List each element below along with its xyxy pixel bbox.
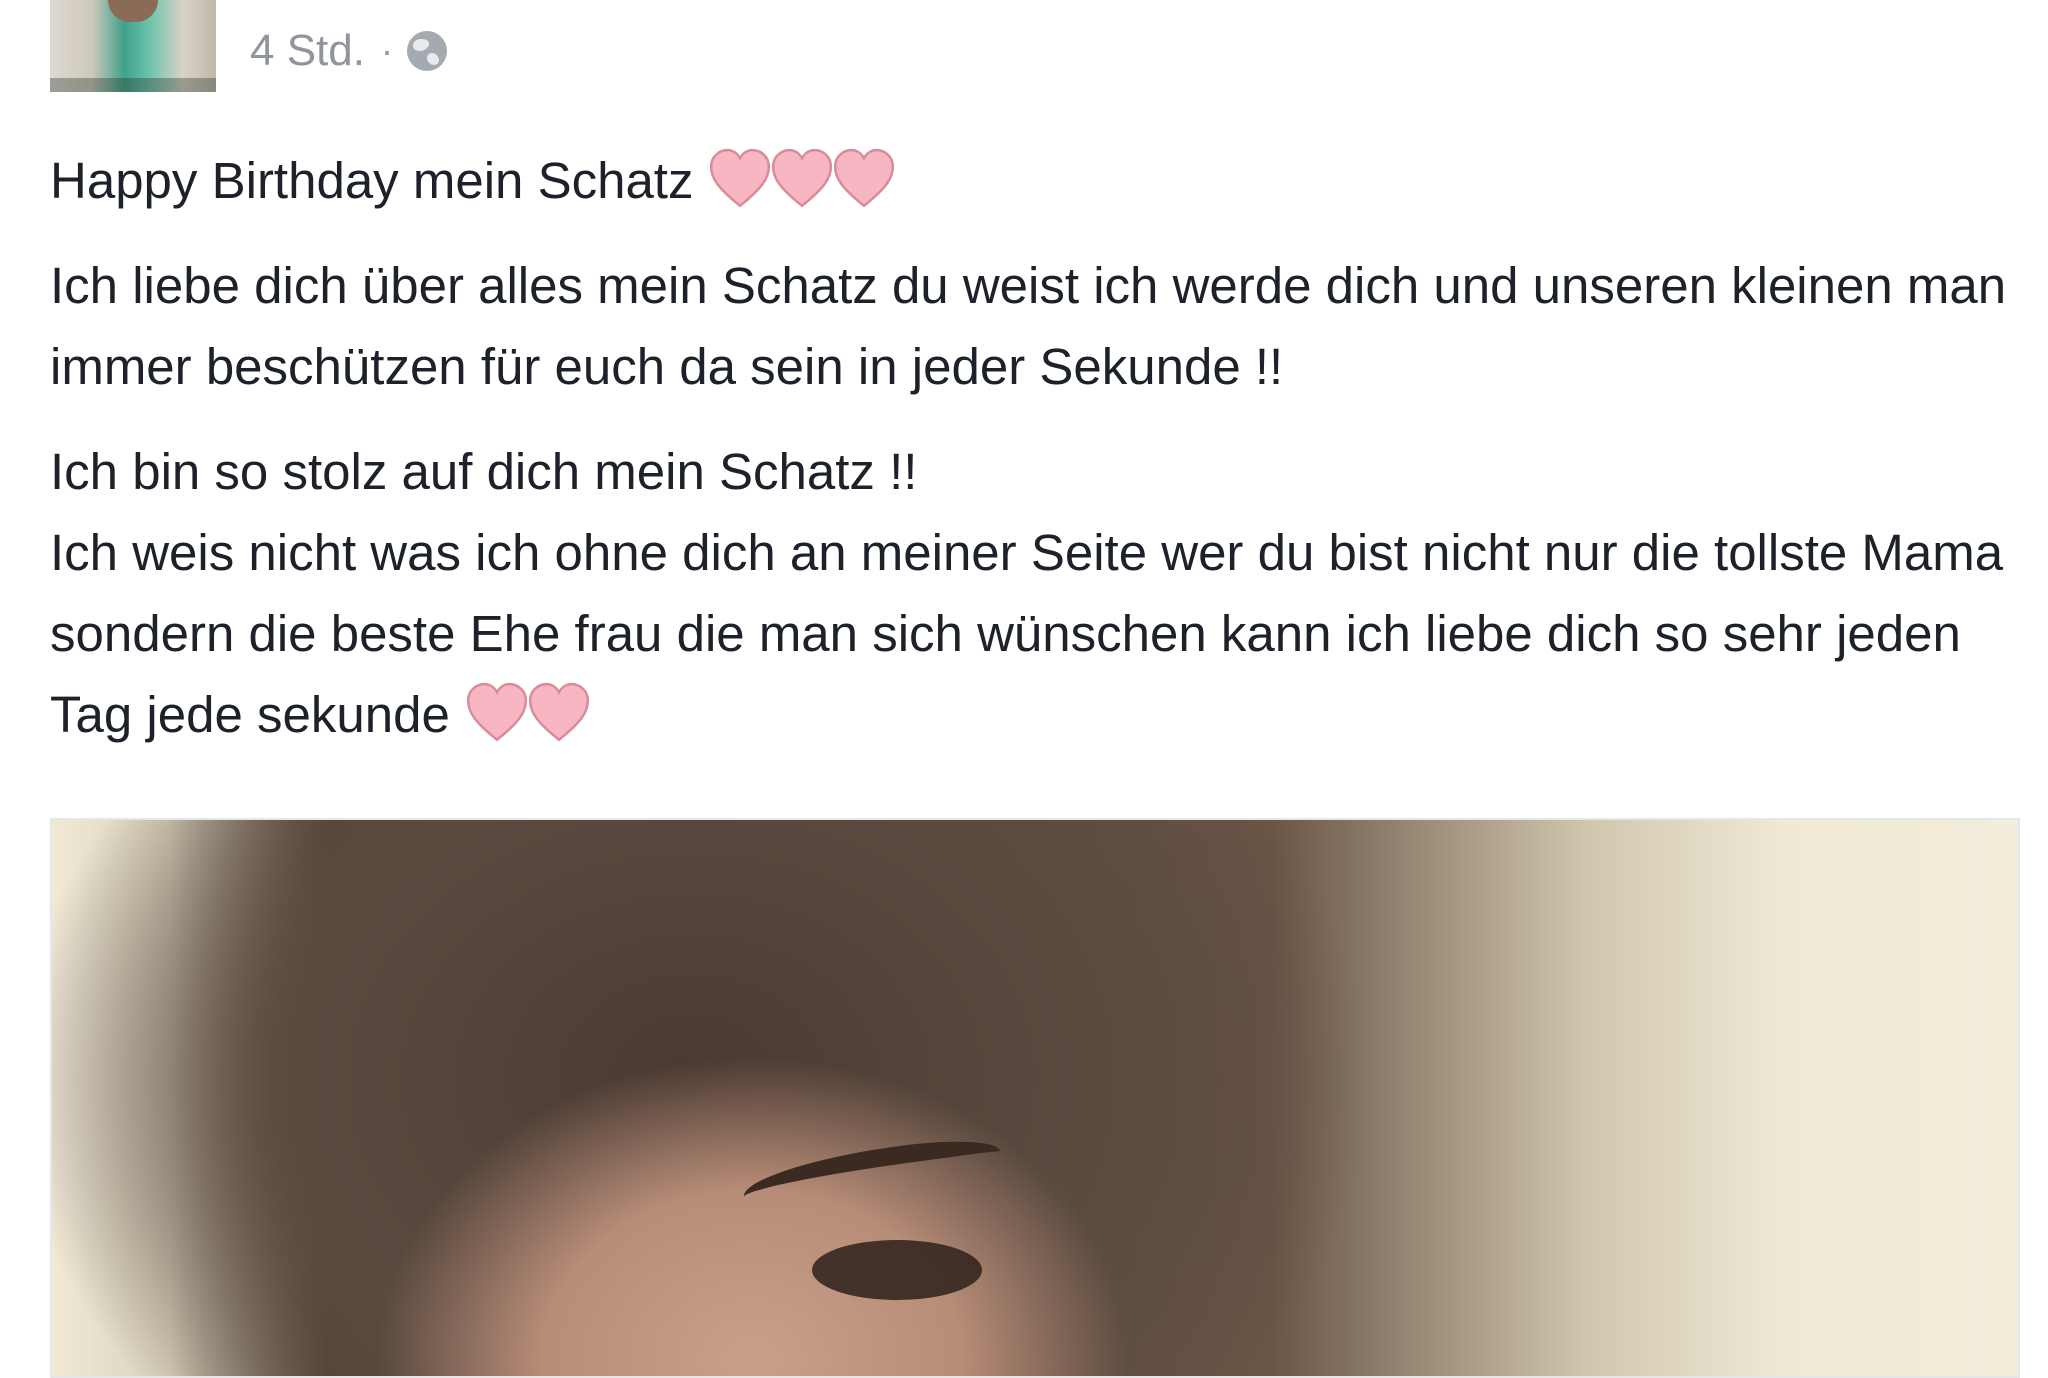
heart-icon: [710, 148, 771, 207]
globe-icon[interactable]: [406, 31, 447, 71]
heart-icon: [834, 148, 895, 207]
post-timestamp[interactable]: 4 Std.: [250, 26, 365, 76]
post-paragraph-wife: Ich weis nicht was ich ohne dich an mein…: [50, 512, 2010, 755]
greeting-text: Happy Birthday mein Schatz: [50, 152, 694, 209]
post-paragraph-love: Ich liebe dich über alles mein Schatz du…: [50, 257, 2007, 395]
meta-separator: ·: [380, 30, 393, 71]
heart-icon: [466, 682, 527, 741]
hearts-emoji-group: [464, 680, 589, 746]
wife-text: Ich weis nicht was ich ohne dich an mein…: [50, 524, 2004, 743]
heart-icon: [772, 148, 833, 207]
avatar-head: [108, 0, 158, 22]
hearts-emoji-group: [707, 146, 895, 212]
post-photo[interactable]: [50, 818, 2020, 1378]
heart-icon: [528, 682, 589, 741]
post-text: Happy Birthday mein Schatz Ich liebe dic…: [50, 140, 2010, 779]
photo-detail-eye: [812, 1240, 982, 1300]
post-line-greeting: Happy Birthday mein Schatz: [50, 140, 2010, 221]
author-avatar[interactable]: [50, 0, 216, 92]
photo-detail-brow: [739, 1132, 1005, 1216]
post-meta: 4 Std. ·: [250, 26, 447, 76]
post-line-proud: Ich bin so stolz auf dich mein Schatz !!: [50, 443, 918, 500]
